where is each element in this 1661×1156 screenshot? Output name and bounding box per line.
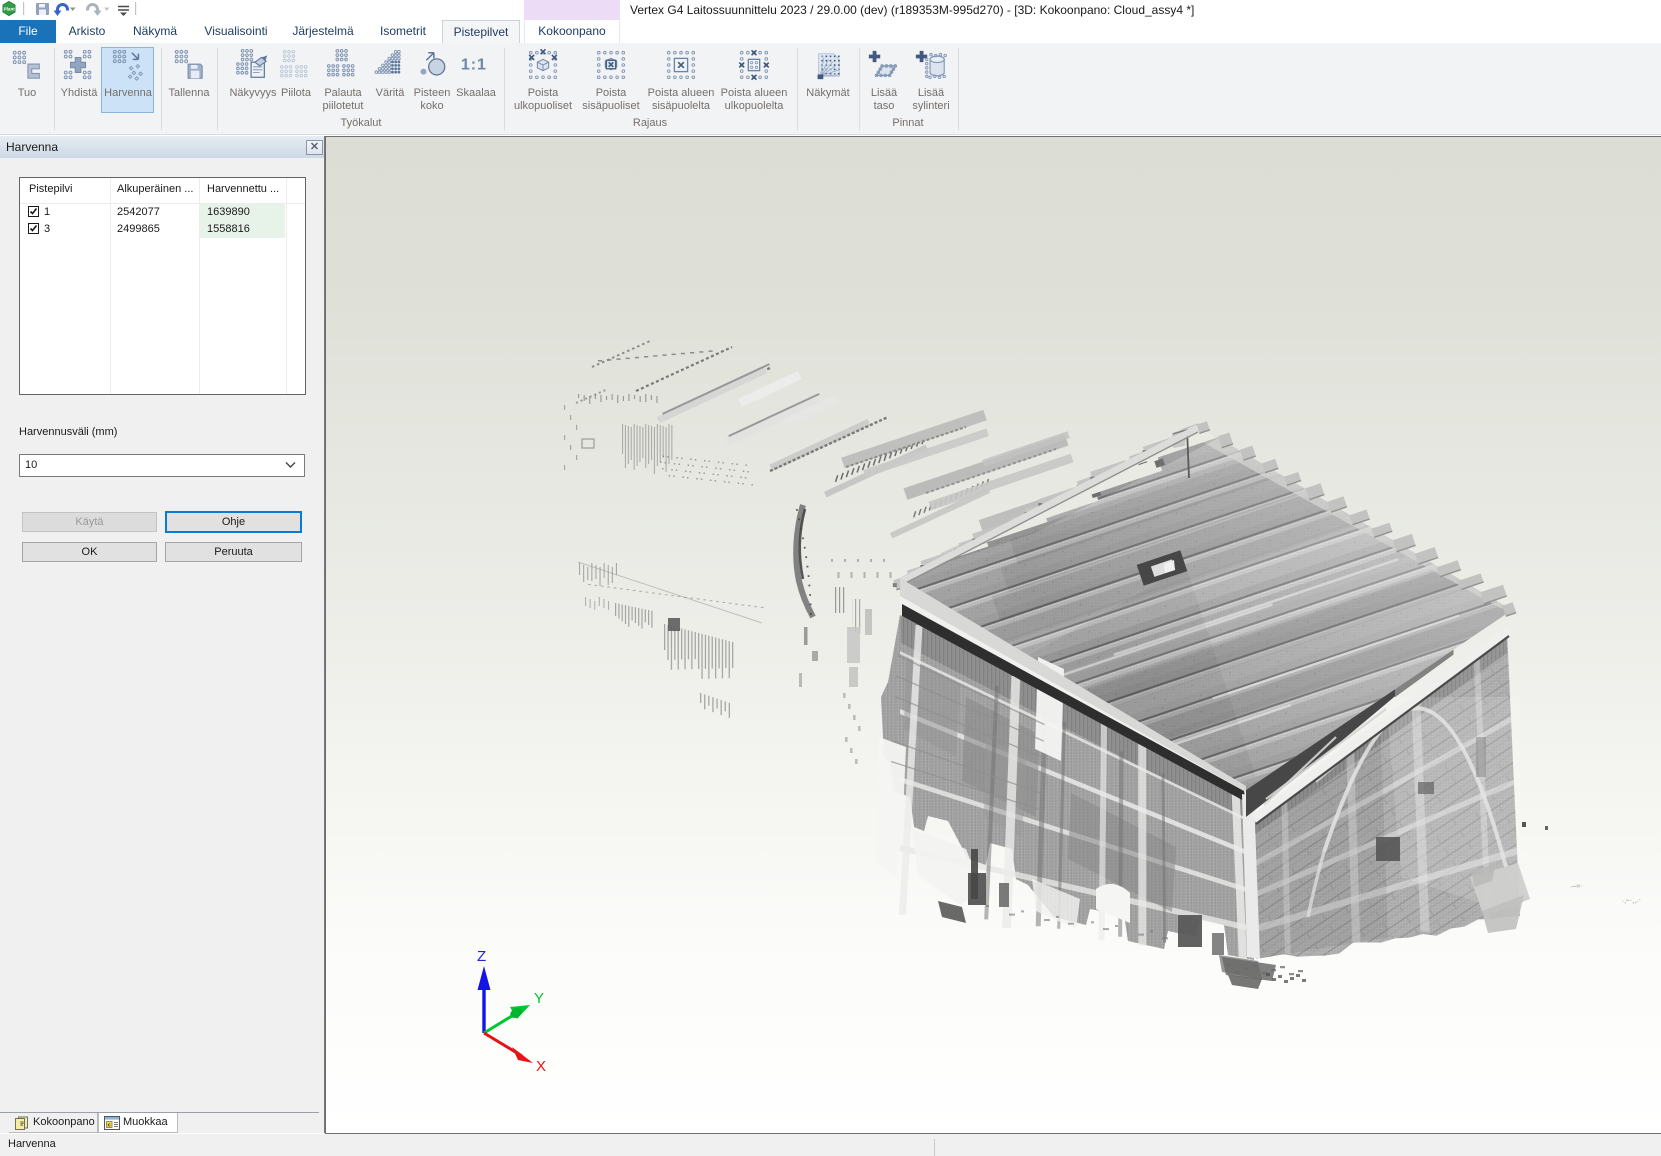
svg-text:X: X bbox=[536, 1058, 546, 1075]
svg-text:Plant: Plant bbox=[4, 7, 16, 12]
svg-text:Z: Z bbox=[477, 948, 486, 965]
svg-text:1:1: 1:1 bbox=[461, 56, 487, 74]
svg-text:c: c bbox=[108, 1122, 111, 1128]
svg-text:Y: Y bbox=[534, 990, 544, 1007]
svg-text:·~=·: ·~=· bbox=[1570, 883, 1583, 891]
